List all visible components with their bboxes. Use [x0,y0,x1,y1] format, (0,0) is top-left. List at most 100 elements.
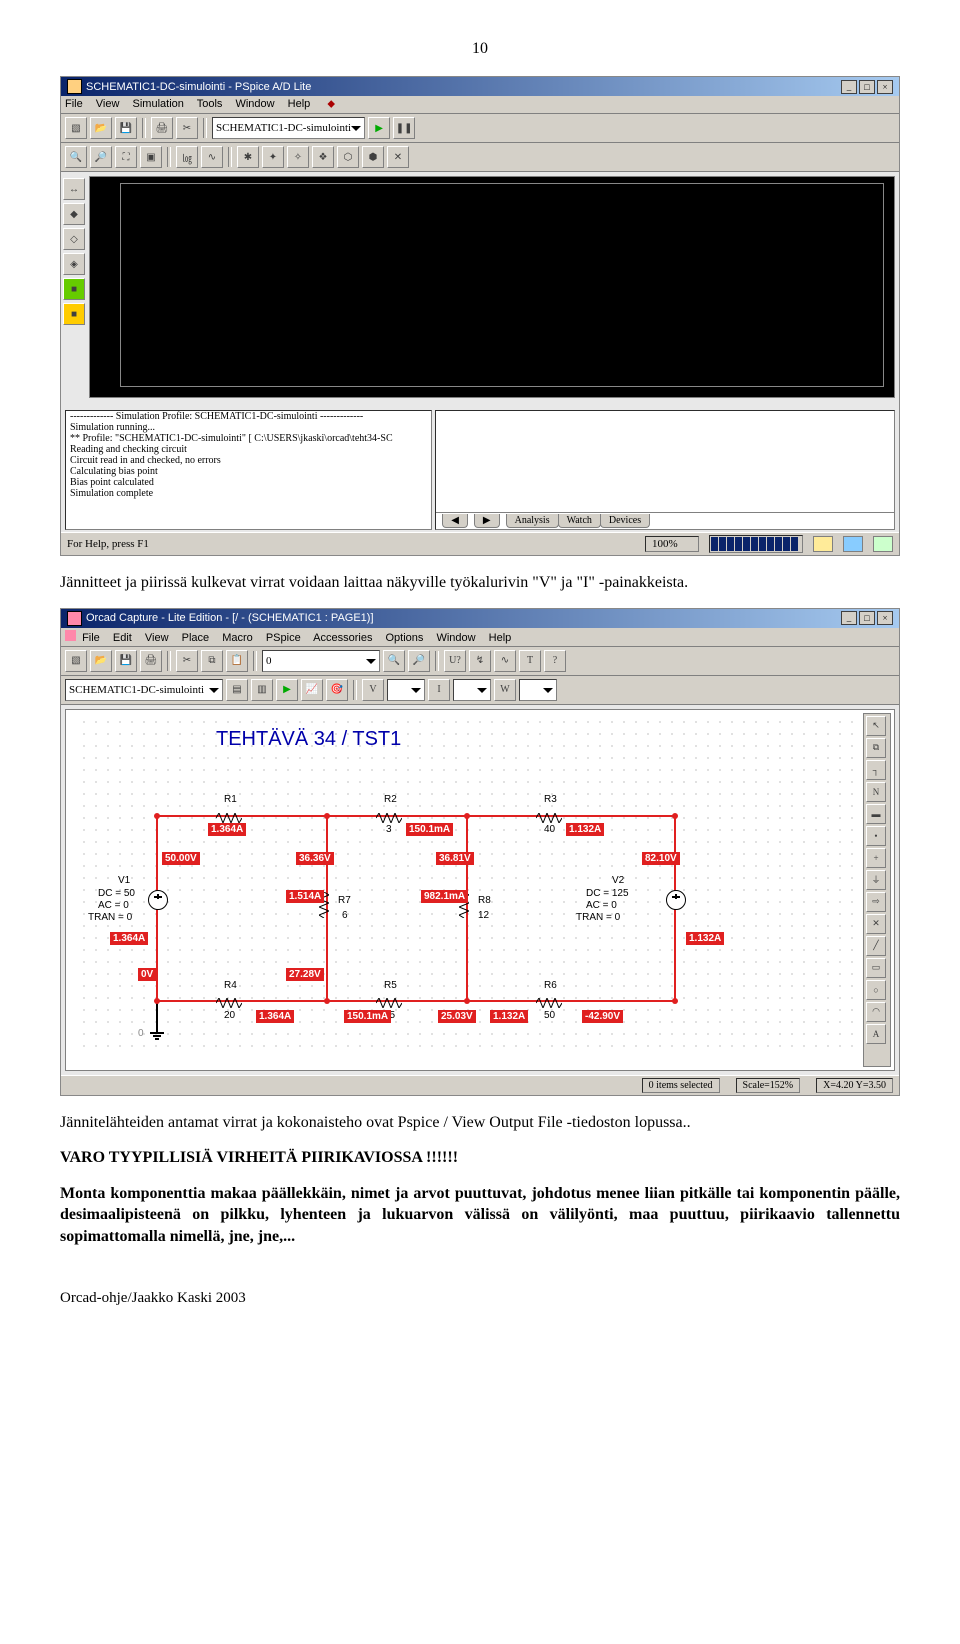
w-marker-button[interactable]: W [494,679,516,701]
r5[interactable] [376,995,402,1005]
v-marker-button[interactable]: V [362,679,384,701]
marker-2-icon[interactable]: ◇ [63,228,85,250]
simulation-profile-dropdown[interactable]: SCHEMATIC1-DC-simulointi [212,117,365,139]
new-sim-icon[interactable]: ▤ [226,679,248,701]
menu-window[interactable]: Window [436,632,475,644]
noconn-icon[interactable]: ✕ [866,914,886,934]
maximize-button[interactable]: □ [859,80,875,94]
tool-f-icon[interactable]: ⬢ [362,146,384,168]
rect-icon[interactable]: ▭ [866,958,886,978]
tab-watch[interactable]: Watch [558,514,601,528]
menu-view[interactable]: View [96,98,120,110]
menu-tools[interactable]: Tools [197,98,223,110]
menu-window[interactable]: Window [235,98,274,110]
part-icon[interactable]: ⧉ [866,738,886,758]
new-icon[interactable]: ▧ [65,650,87,672]
run-icon[interactable]: ▶ [368,117,390,139]
schematic-canvas[interactable]: ↖ ⧉ ┐ N ▬ • + ⏚ ⇨ ✕ ╱ ▭ ○ ◠ A TEHTÄVÄ 34… [65,709,895,1071]
wire-tool-icon[interactable]: ┐ [866,760,886,780]
zoom-in-icon[interactable]: 🔍 [65,146,87,168]
zoom-dropdown[interactable]: 0 [262,650,380,672]
tab-devices[interactable]: Devices [600,514,650,528]
tool-c-icon[interactable]: ✧ [287,146,309,168]
menu-pspice[interactable]: PSpice [266,632,301,644]
menu-help[interactable]: Help [288,98,311,110]
v1-source[interactable] [148,890,168,910]
close-button[interactable]: × [877,611,893,625]
edit-sim-icon[interactable]: ▥ [251,679,273,701]
zoomout-icon[interactable]: 🔎 [408,650,430,672]
pspice-menubar[interactable]: File View Simulation Tools Window Help ⬥ [61,96,899,114]
tool-g-icon[interactable]: ✕ [387,146,409,168]
copy-icon[interactable]: ⧉ [201,650,223,672]
text-tool-icon[interactable]: A [866,1024,886,1044]
menu-help[interactable]: Help [489,632,512,644]
w-dropdown[interactable] [519,679,557,701]
log-x-icon[interactable]: ㏒ [176,146,198,168]
view-results-icon[interactable]: 📈 [301,679,323,701]
cut-icon[interactable]: ✂ [176,117,198,139]
marker-3-icon[interactable]: ◈ [63,253,85,275]
tool-d-icon[interactable]: ❖ [312,146,334,168]
zoom-fit-icon[interactable]: ▣ [140,146,162,168]
menu-edit[interactable]: Edit [113,632,132,644]
marker-5-icon[interactable]: ■ [63,303,85,325]
print-icon[interactable]: 🖨 [140,650,162,672]
sim-profile-dropdown[interactable]: SCHEMATIC1-DC-simulointi [65,679,223,701]
maximize-button[interactable]: □ [859,611,875,625]
zoom-area-icon[interactable]: ⛶ [115,146,137,168]
open-icon[interactable]: 📂 [90,650,112,672]
minimize-button[interactable]: _ [841,80,857,94]
tool-b-icon[interactable]: ✦ [262,146,284,168]
line-icon[interactable]: ╱ [866,936,886,956]
v-dropdown[interactable] [387,679,425,701]
fft-icon[interactable]: ∿ [201,146,223,168]
zoomin-icon[interactable]: 🔍 [383,650,405,672]
scroll-left-icon[interactable]: ◀ [442,514,468,528]
menu-options[interactable]: Options [386,632,424,644]
wire-icon[interactable]: ∿ [494,650,516,672]
pause-icon[interactable]: ❚❚ [393,117,415,139]
ground-symbol[interactable] [150,1026,164,1040]
route-icon[interactable]: ↯ [469,650,491,672]
i-dropdown[interactable] [453,679,491,701]
r6[interactable] [536,995,562,1005]
cut-icon[interactable]: ✂ [176,650,198,672]
save-icon[interactable]: 💾 [115,650,137,672]
net-icon[interactable]: N [866,782,886,802]
u-button[interactable]: U? [444,650,466,672]
minimize-button[interactable]: _ [841,611,857,625]
marker-4-icon[interactable]: ■ [63,278,85,300]
scroll-right-icon[interactable]: ▶ [474,514,500,528]
arc-icon[interactable]: ◠ [866,1002,886,1022]
waveform-plot[interactable] [89,176,895,398]
save-icon[interactable]: 💾 [115,117,137,139]
junction-icon[interactable]: • [866,826,886,846]
tool-a-icon[interactable]: ✱ [237,146,259,168]
select-icon[interactable]: ↖ [866,716,886,736]
tool-e-icon[interactable]: ⬡ [337,146,359,168]
circle-icon[interactable]: ○ [866,980,886,1000]
bus-icon[interactable]: ▬ [866,804,886,824]
v2-source[interactable] [666,890,686,910]
menu-file[interactable]: File [65,98,83,110]
help-icon[interactable]: ? [544,650,566,672]
cursor-icon[interactable]: ↔ [63,178,85,200]
open-file-icon[interactable]: 📂 [90,117,112,139]
offpage-icon[interactable]: ⇨ [866,892,886,912]
tab-analysis[interactable]: Analysis [506,514,559,528]
r3[interactable] [536,810,562,820]
text-icon[interactable]: T [519,650,541,672]
menu-place[interactable]: Place [182,632,210,644]
ground-icon[interactable]: ⏚ [866,870,886,890]
paste-icon[interactable]: 📋 [226,650,248,672]
power-icon[interactable]: + [866,848,886,868]
r4[interactable] [216,995,242,1005]
run-sim-icon[interactable]: ▶ [276,679,298,701]
menu-view[interactable]: View [145,632,169,644]
print-icon[interactable]: 🖨 [151,117,173,139]
menu-simulation[interactable]: Simulation [133,98,184,110]
menu-file[interactable]: File [82,632,100,644]
r2[interactable] [376,810,402,820]
menu-macro[interactable]: Macro [222,632,253,644]
